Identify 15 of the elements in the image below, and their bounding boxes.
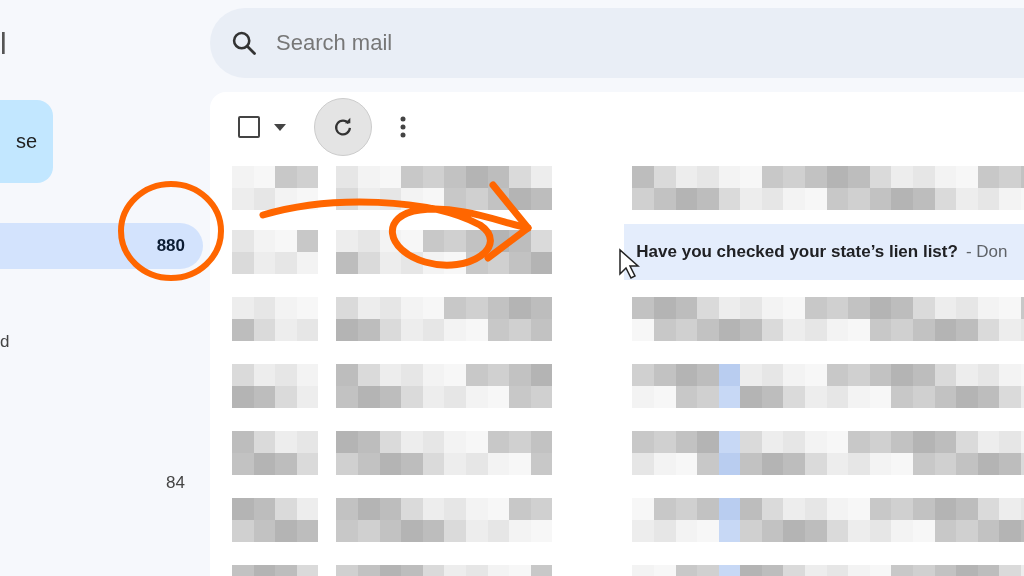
refresh-icon: [332, 116, 354, 138]
search-field[interactable]: Search mail: [274, 29, 578, 57]
sidebar-item[interactable]: 880: [0, 223, 203, 269]
select-all-checkbox[interactable]: [238, 116, 260, 138]
sidebar-item[interactable]: 84: [0, 460, 203, 506]
sidebar-item[interactable]: d: [0, 319, 203, 365]
logo-text: l: [0, 26, 8, 62]
search-icon: [230, 29, 258, 57]
more-options-icon[interactable]: [400, 116, 406, 138]
caret-icon[interactable]: [274, 123, 286, 131]
sidebar-item-label: d: [0, 332, 10, 352]
compose-button[interactable]: se: [0, 100, 53, 183]
email-snippet: - Don: [965, 241, 1008, 262]
email-row-highlight[interactable]: Have you checked your state’s lien list? - Don: [624, 223, 1024, 280]
email-subject: Have you checked your state’s lien list?: [636, 241, 958, 262]
